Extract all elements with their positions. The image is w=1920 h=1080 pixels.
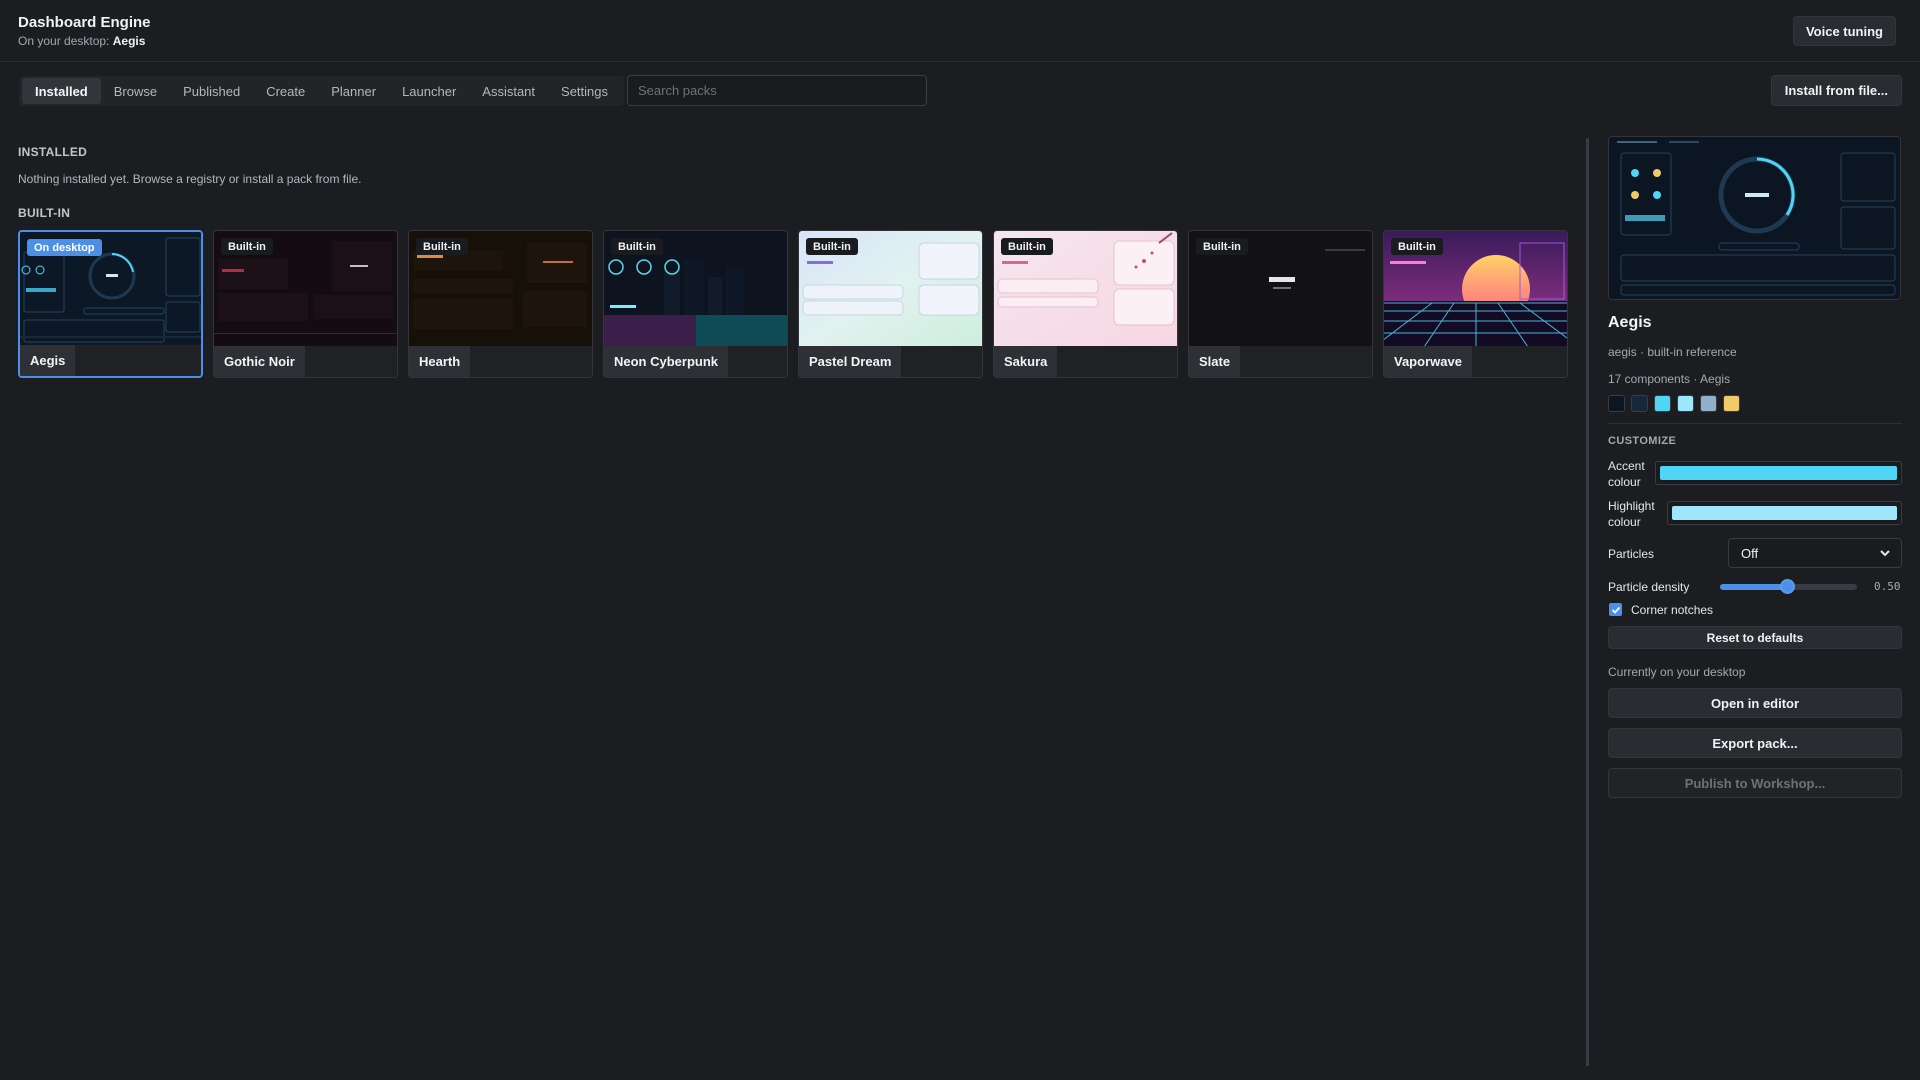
- content-scrollbar[interactable]: [1586, 138, 1589, 1066]
- pack-component-count: 17 components · Aegis: [1608, 372, 1731, 386]
- palette-swatch: [1608, 395, 1625, 412]
- pack-preview: [1608, 136, 1901, 300]
- on-desktop-badge: On desktop: [27, 239, 102, 256]
- particle-density-slider[interactable]: [1720, 579, 1857, 594]
- particles-selected-value: Off: [1741, 545, 1759, 561]
- builtin-badge: Built-in: [611, 238, 663, 255]
- particles-select[interactable]: Off: [1728, 538, 1902, 568]
- customize-section-title: CUSTOMIZE: [1608, 435, 1677, 447]
- pack-card-vaporwave[interactable]: Built-in Vaporwave: [1383, 230, 1568, 378]
- slider-handle[interactable]: [1780, 579, 1795, 594]
- tab-settings[interactable]: Settings: [548, 78, 621, 104]
- tab-planner[interactable]: Planner: [318, 78, 389, 104]
- desktop-note: Currently on your desktop: [1608, 665, 1746, 679]
- tab-published[interactable]: Published: [170, 78, 253, 104]
- pack-card-hearth[interactable]: Built-in Hearth: [408, 230, 593, 378]
- open-in-editor-button[interactable]: Open in editor: [1608, 688, 1902, 718]
- pack-title: Aegis: [1608, 314, 1652, 331]
- desktop-status-label: On your desktop:: [18, 34, 110, 48]
- slider-fill: [1720, 584, 1789, 590]
- builtin-badge: Built-in: [1001, 238, 1053, 255]
- highlight-colour-label: Highlight colour: [1608, 499, 1655, 529]
- chevron-down-icon: [1880, 550, 1890, 557]
- install-from-file-button[interactable]: Install from file...: [1770, 75, 1902, 106]
- tab-installed[interactable]: Installed: [22, 78, 101, 104]
- pack-card-label: Sakura: [994, 346, 1058, 377]
- particle-density-value: 0.50: [1874, 580, 1901, 593]
- pack-card-label: Neon Cyberpunk: [604, 346, 729, 377]
- particle-density-label: Particle density: [1608, 580, 1690, 594]
- main-tabs: Installed Browse Published Create Planne…: [19, 76, 625, 106]
- builtin-section-title: BUILT-IN: [18, 206, 71, 220]
- accent-colour-picker[interactable]: [1655, 461, 1902, 485]
- pack-card-label: Gothic Noir: [214, 346, 305, 377]
- app-title: Dashboard Engine: [18, 14, 151, 31]
- checkmark-icon: [1611, 606, 1620, 614]
- builtin-badge: Built-in: [1391, 238, 1443, 255]
- installed-empty-note: Nothing installed yet. Browse a registry…: [18, 172, 362, 186]
- tab-assistant[interactable]: Assistant: [469, 78, 548, 104]
- palette-swatch: [1677, 395, 1694, 412]
- pack-card-gothic-noir[interactable]: Built-in Gothic Noir: [213, 230, 398, 378]
- builtin-pack-grid: On desktop Aegis Built-in Gothic Noir Bu…: [18, 230, 1568, 378]
- palette-swatch: [1631, 395, 1648, 412]
- pack-card-sakura[interactable]: Built-in Sakura: [993, 230, 1178, 378]
- accent-colour-fill: [1660, 466, 1897, 480]
- tab-launcher[interactable]: Launcher: [389, 78, 469, 104]
- desktop-status-value: Aegis: [112, 34, 146, 48]
- highlight-colour-fill: [1672, 506, 1897, 520]
- palette-swatch: [1723, 395, 1740, 412]
- pack-card-label: Vaporwave: [1384, 346, 1472, 377]
- corner-notches-checkbox[interactable]: [1609, 603, 1622, 616]
- pack-card-aegis[interactable]: On desktop Aegis: [18, 230, 203, 378]
- pack-card-label: Aegis: [20, 345, 76, 376]
- voice-tuning-button[interactable]: Voice tuning: [1792, 16, 1896, 46]
- builtin-badge: Built-in: [1196, 238, 1248, 255]
- builtin-badge: Built-in: [416, 238, 468, 255]
- pack-card-label: Pastel Dream: [799, 346, 902, 377]
- pack-card-neon-cyberpunk[interactable]: Built-in Neon Cyberpunk: [603, 230, 788, 378]
- reset-defaults-button[interactable]: Reset to defaults: [1608, 626, 1902, 649]
- publish-workshop-button[interactable]: Publish to Workshop...: [1608, 768, 1902, 798]
- highlight-colour-picker[interactable]: [1667, 501, 1902, 525]
- corner-notches-label: Corner notches: [1631, 603, 1714, 617]
- builtin-badge: Built-in: [221, 238, 273, 255]
- search-input[interactable]: [627, 75, 927, 106]
- palette-swatches: [1608, 395, 1740, 412]
- palette-swatch: [1654, 395, 1671, 412]
- pack-card-label: Slate: [1189, 346, 1241, 377]
- panel-divider: [1608, 423, 1902, 424]
- pack-meta: aegis · built-in reference: [1608, 345, 1737, 359]
- desktop-status: On your desktop: Aegis: [18, 34, 145, 48]
- pack-card-label: Hearth: [409, 346, 471, 377]
- installed-section-title: INSTALLED: [18, 145, 88, 159]
- tab-browse[interactable]: Browse: [101, 78, 170, 104]
- pack-card-slate[interactable]: Built-in Slate: [1188, 230, 1373, 378]
- app-header: Dashboard Engine On your desktop: Aegis …: [0, 0, 1920, 62]
- palette-swatch: [1700, 395, 1717, 412]
- pack-card-pastel-dream[interactable]: Built-in Pastel Dream: [798, 230, 983, 378]
- export-pack-button[interactable]: Export pack...: [1608, 728, 1902, 758]
- builtin-badge: Built-in: [806, 238, 858, 255]
- tab-create[interactable]: Create: [253, 78, 318, 104]
- particles-label: Particles: [1608, 547, 1655, 561]
